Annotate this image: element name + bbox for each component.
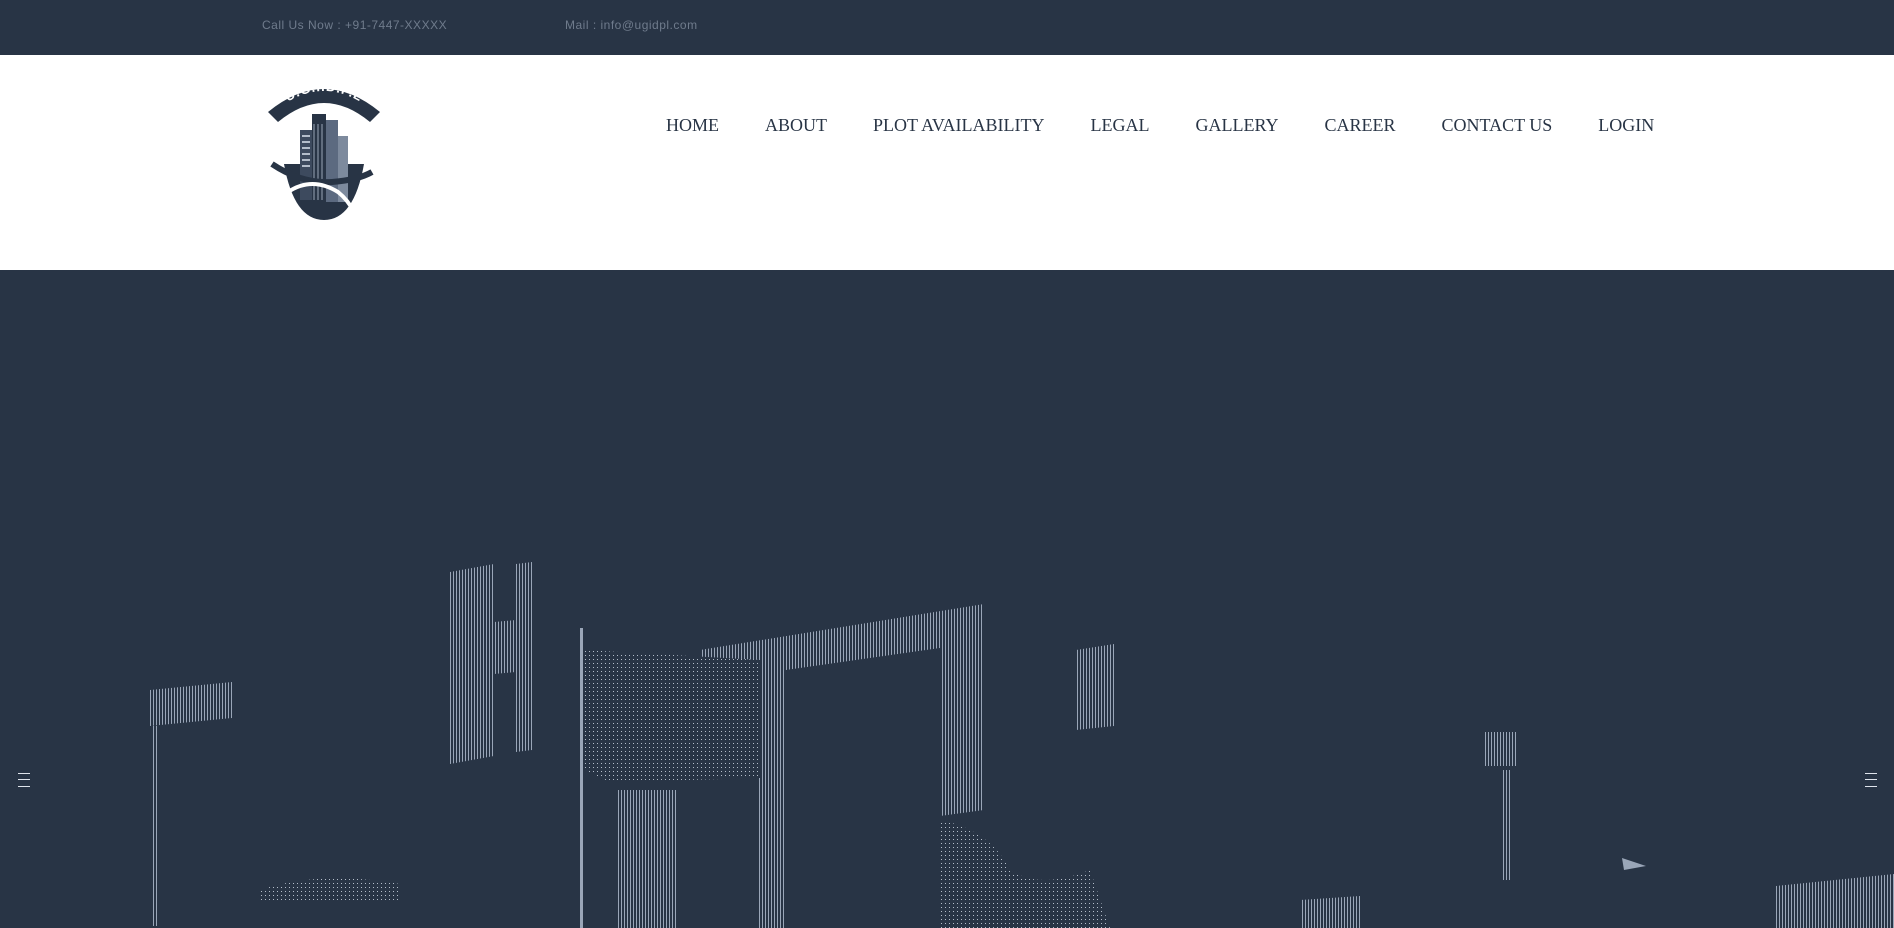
chevron-right-icon (1865, 773, 1877, 787)
nav-legal[interactable]: LEGAL (1091, 115, 1150, 136)
site-header: U.G.I.D.P.L HOME ABOUT PLOT AVAILABILITY… (0, 55, 1894, 270)
nav-home[interactable]: HOME (666, 115, 719, 136)
nav-contact-us[interactable]: CONTACT US (1442, 115, 1553, 136)
chevron-left-icon (18, 773, 30, 787)
company-logo[interactable]: U.G.I.D.P.L (262, 72, 386, 222)
main-nav: HOME ABOUT PLOT AVAILABILITY LEGAL GALLE… (666, 109, 1654, 141)
hero-slider (0, 270, 1894, 928)
nav-career[interactable]: CAREER (1325, 115, 1396, 136)
top-bar: Call Us Now : +91-7447-XXXXX Mail : info… (0, 0, 1894, 55)
slider-next-button[interactable] (1858, 760, 1884, 800)
topbar-phone[interactable]: Call Us Now : +91-7447-XXXXX (262, 18, 447, 32)
nav-about[interactable]: ABOUT (765, 115, 827, 136)
slider-prev-button[interactable] (11, 760, 37, 800)
topbar-email[interactable]: Mail : info@ugidpl.com (565, 18, 698, 32)
nav-plot-availability[interactable]: PLOT AVAILABILITY (873, 115, 1045, 136)
nav-gallery[interactable]: GALLERY (1196, 115, 1279, 136)
nav-login[interactable]: LOGIN (1598, 115, 1654, 136)
hero-image (150, 562, 1894, 928)
